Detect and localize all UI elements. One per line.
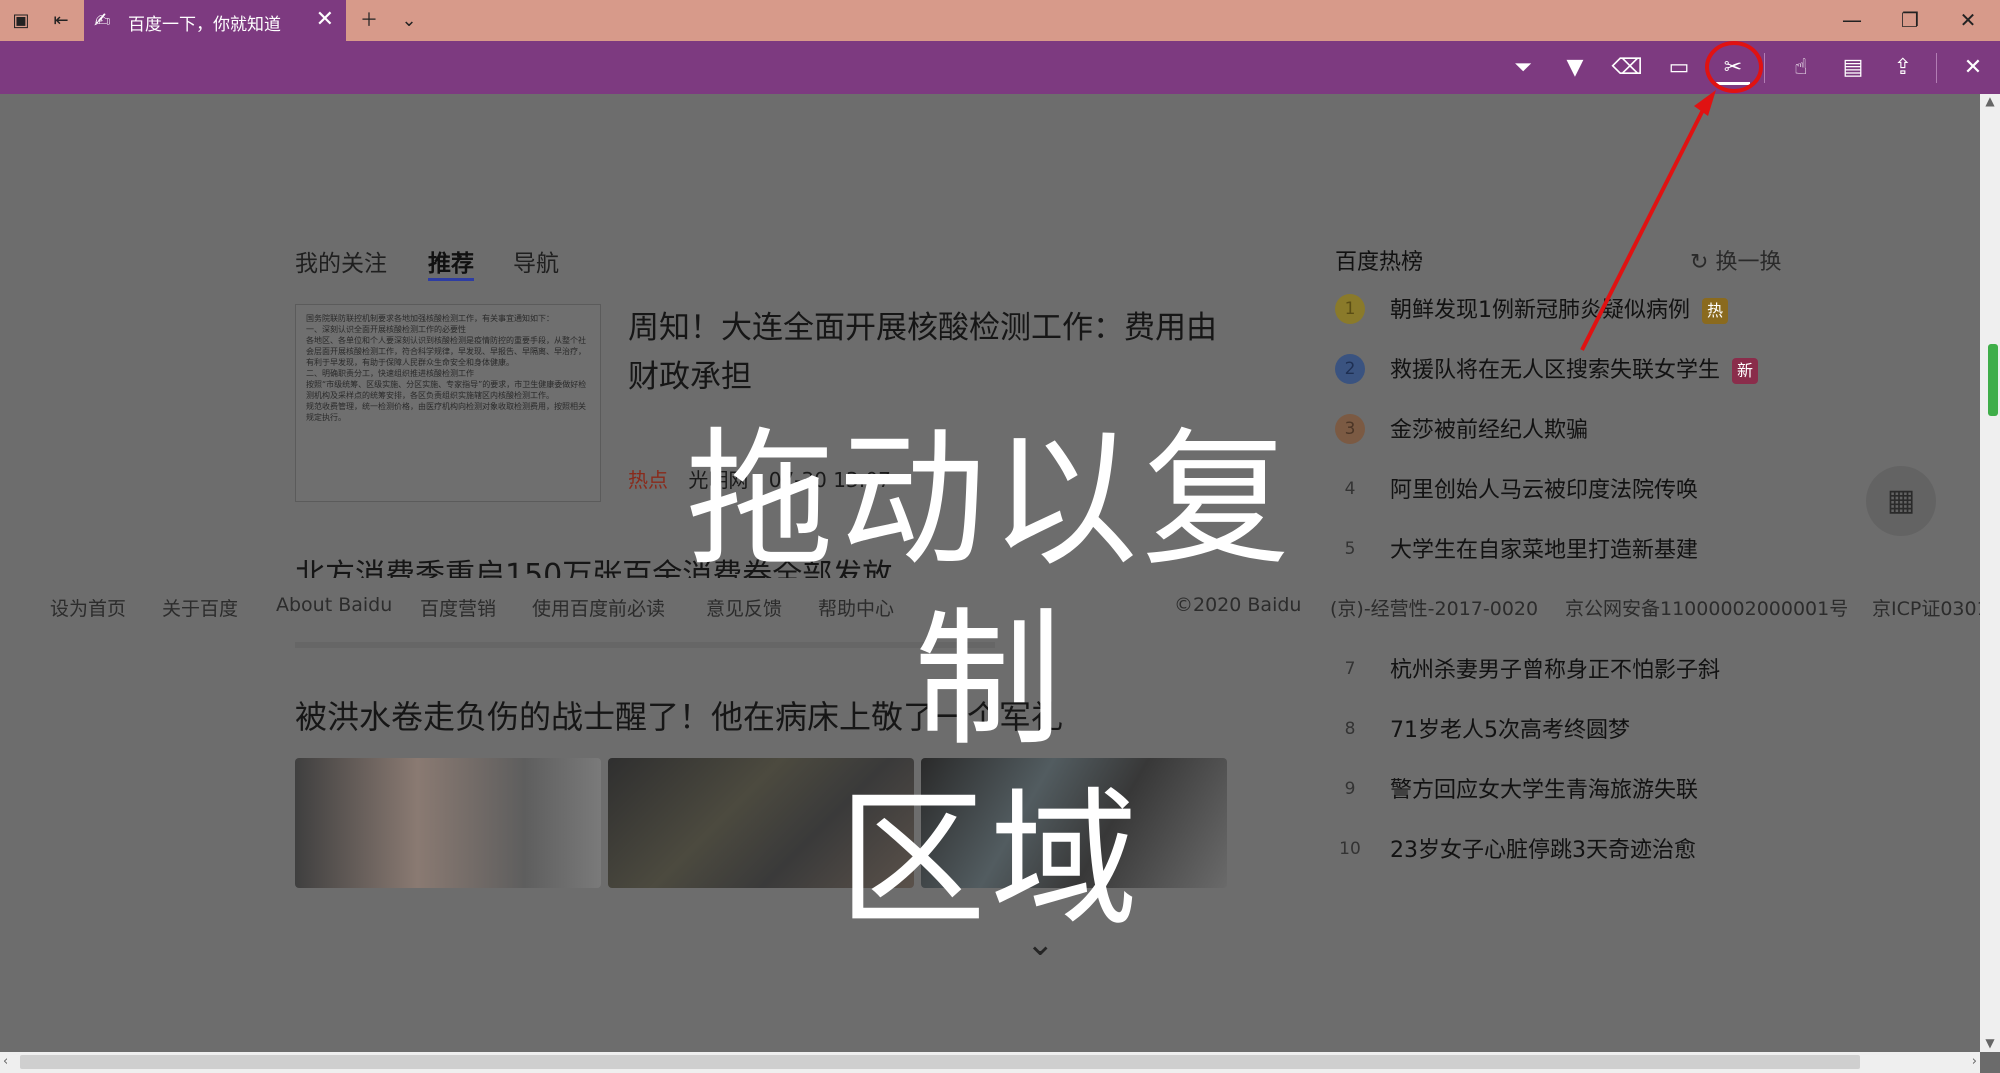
toolbar-separator (1764, 53, 1765, 83)
tab-actions-icon[interactable]: ▣ (8, 8, 34, 34)
thumb-line: 二、明确职责分工，快速组织推进核酸检测工作 (306, 369, 474, 378)
highlight-circle (1705, 41, 1763, 93)
hot-item-text: 71岁老人5次高考终圆梦 (1390, 718, 1630, 743)
web-note-toolbar: ⏷ ▼ ⌫ ▭ ✂ ☝ ▤ ⇪ ✕ (0, 41, 2000, 94)
close-tab-icon[interactable]: ✕ (316, 7, 334, 32)
footer-link[interactable]: 帮助中心 (818, 594, 894, 621)
rank-number: 8 (1344, 719, 1356, 739)
thumb-line: 按照“市级统筹、区级实施、分区实施、专家指导”的要求，市卫生健康委做好检测机构及… (306, 380, 587, 400)
toolbar-separator (1936, 53, 1937, 83)
comment-icon[interactable]: ▭ (1662, 51, 1696, 85)
highlighter-icon[interactable]: ▼ (1558, 51, 1592, 85)
new-tab-icon[interactable]: ＋ (356, 8, 382, 34)
footer-link[interactable]: 使用百度前必读 (532, 594, 665, 621)
news-source: 光明网 (688, 468, 749, 492)
footer-link[interactable]: 设为首页 (50, 594, 126, 621)
footer-license[interactable]: 京公网安备11000002000001号 (1565, 594, 1848, 621)
hot-item-text: 救援队将在无人区搜索失联女学生 (1390, 358, 1721, 383)
news-thumbnail[interactable]: 国务院联防联控机制要求各地加强核酸检测工作，有关事宜通知如下： 一、深刻认识全面… (295, 304, 601, 502)
hot-item-text: 警方回应女大学生青海旅游失联 (1390, 778, 1699, 803)
hot-item-text: 杭州杀妻男子曾称身正不怕影子斜 (1390, 658, 1721, 683)
footer-link[interactable]: 意见反馈 (706, 594, 782, 621)
footer-link[interactable]: 百度营销 (420, 594, 496, 621)
title-bar: ▣ ⇤ ✍ 百度一下，你就知道 ✕ ＋ ⌄ — ❐ ✕ (0, 0, 2000, 41)
browser-tab[interactable]: ✍ 百度一下，你就知道 ✕ (84, 0, 346, 41)
thumb-line: 各地区、各单位和个人要深刻认识到核酸检测是疫情防控的重要手段，从整个社会层面开展… (306, 336, 586, 367)
hot-item-text: 大学生在自家菜地里打造新基建 (1390, 538, 1699, 563)
set-tabs-aside-icon[interactable]: ⇤ (48, 8, 74, 34)
scroll-down-icon[interactable]: ▼ (1980, 1036, 2000, 1052)
rank-number: 1 (1335, 294, 1365, 324)
inking-icon: ✍ (94, 8, 111, 32)
rank-number: 10 (1339, 839, 1361, 859)
partial-news-title[interactable]: 北方消费季重启150万张百余消费券全部发放 (295, 556, 995, 578)
footer-license[interactable]: 京ICP证030173号 (1872, 594, 1980, 621)
partial-content (295, 642, 995, 648)
rank-number: 4 (1344, 479, 1356, 499)
scrollbar-thumb[interactable] (1988, 344, 1998, 416)
news-image[interactable] (608, 758, 914, 888)
hot-list-title: 百度热榜 (1335, 250, 1424, 275)
qr-code-icon[interactable]: ▦ (1866, 466, 1936, 536)
new-badge: 新 (1732, 358, 1759, 384)
arrow-line (1580, 99, 1710, 351)
tab-preview-chevron-icon[interactable]: ⌄ (396, 8, 422, 34)
annotation-arrow (1580, 90, 1716, 351)
thumb-line: 规范收费管理，统一检测价格，由医疗机构向检测对象收取检测费用，按照相关规定执行。 (306, 402, 586, 422)
hot-item-text: 23岁女子心脏停跳3天奇迹治愈 (1390, 838, 1696, 863)
rank-number: 3 (1335, 414, 1365, 444)
restore-icon[interactable]: ❐ (1882, 6, 1938, 34)
tab-navigation[interactable]: 导航 (513, 244, 559, 278)
footer-license[interactable]: (京)-经营性-2017-0020 (1330, 594, 1538, 621)
save-icon[interactable]: ▤ (1836, 51, 1870, 85)
eraser-icon[interactable]: ⌫ (1610, 51, 1644, 85)
hot-tag: 热点 (628, 468, 668, 492)
news-image[interactable] (921, 758, 1227, 888)
scrollbar-thumb[interactable] (20, 1055, 1860, 1069)
rank-number: 5 (1344, 539, 1356, 559)
horizontal-scrollbar[interactable]: ‹ › (0, 1052, 1980, 1073)
footer-copyright: ©2020 Baidu (1174, 594, 1302, 616)
tab-recommended[interactable]: 推荐 (428, 244, 474, 278)
minimize-icon[interactable]: — (1824, 6, 1880, 34)
hot-item-text: 阿里创始人马云被印度法院传唤 (1390, 478, 1699, 503)
vertical-scrollbar[interactable]: ▲ ▼ (1980, 94, 2000, 1052)
scroll-up-icon[interactable]: ▲ (1980, 94, 2000, 110)
rank-number: 7 (1344, 659, 1356, 679)
tab-title: 百度一下，你就知道 (128, 15, 281, 35)
exit-icon[interactable]: ✕ (1956, 51, 1990, 85)
hot-item-text: 金莎被前经纪人欺骗 (1390, 418, 1589, 443)
arrow-head (1694, 90, 1716, 116)
rank-number: 2 (1335, 354, 1365, 384)
scroll-right-icon[interactable]: › (1972, 1054, 1977, 1069)
touch-write-icon[interactable]: ☝ (1784, 51, 1818, 85)
share-icon[interactable]: ⇪ (1886, 51, 1920, 85)
scroll-left-icon[interactable]: ‹ (3, 1054, 8, 1069)
thumb-line: 国务院联防联控机制要求各地加强核酸检测工作，有关事宜通知如下： (306, 314, 554, 323)
close-window-icon[interactable]: ✕ (1940, 6, 1996, 34)
news2-title[interactable]: 被洪水卷走负伤的战士醒了！他在病床上敬了一个军礼 (295, 692, 1063, 738)
news-title[interactable]: 周知！大连全面开展核酸检测工作：费用由财政承担 (628, 304, 1238, 402)
footer-link[interactable]: 关于百度 (162, 594, 238, 621)
news-time: 07-30 13:07 (768, 468, 891, 492)
rank-number: 9 (1344, 779, 1356, 799)
active-tab-indicator (428, 278, 474, 281)
footer-link[interactable]: About Baidu (276, 594, 392, 616)
news-meta: 热点 光明网 07-30 13:07 (628, 464, 891, 493)
thumb-line: 一、深刻认识全面开展核酸检测工作的必要性 (306, 325, 466, 334)
chevron-down-icon[interactable]: ⌄ (1026, 924, 1055, 964)
news-image[interactable] (295, 758, 601, 888)
tab-following[interactable]: 我的关注 (295, 244, 387, 278)
ballpoint-pen-icon[interactable]: ⏷ (1506, 51, 1540, 85)
